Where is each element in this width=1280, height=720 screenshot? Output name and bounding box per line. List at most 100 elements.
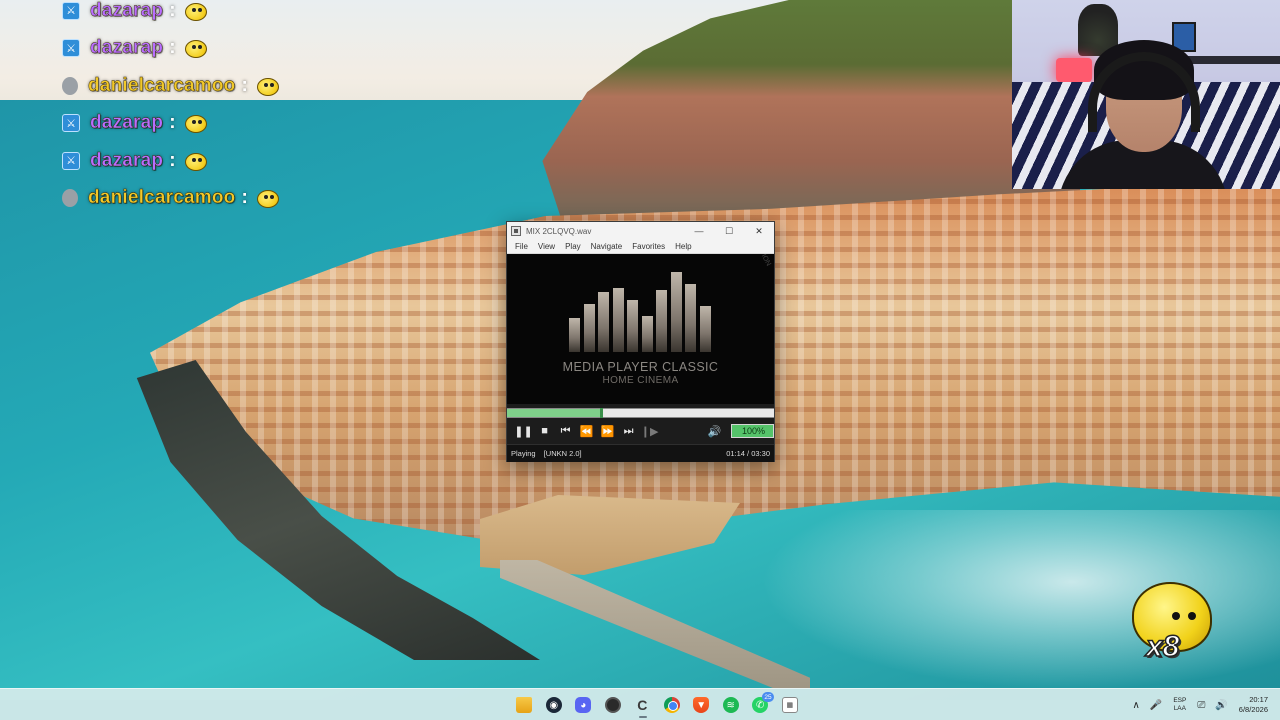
- playback-controls: ❚❚ ■ ⏮ ⏪ ⏩ ⏭ ❙▶ 🔊 100%: [507, 418, 775, 444]
- logo-bar: [627, 300, 638, 352]
- stop-button[interactable]: ■: [534, 421, 555, 441]
- moderator-badge-icon: ⚔: [62, 114, 80, 133]
- obs-icon: [604, 697, 621, 713]
- chat-username: dazarap: [90, 149, 164, 171]
- video-area[interactable]: MEDIA PLAYER CLASSIC HOME CINEMA X64 EDI…: [507, 254, 774, 404]
- window-titlebar[interactable]: MIX 2CLQVQ.wav — ☐ ✕: [507, 222, 774, 240]
- logo-bar: [641, 316, 653, 352]
- codec-info: [UNKN 2.0]: [543, 449, 582, 458]
- chat-separator: :: [169, 37, 176, 59]
- chat-message: danielcarcamoo:: [62, 67, 282, 105]
- menu-favorites[interactable]: Favorites: [627, 242, 670, 251]
- steam-button[interactable]: ◉: [539, 692, 569, 718]
- chat-separator: :: [241, 74, 248, 96]
- chat-overlay: ⚔ dazarap: ⚔ dazarap: danielcarcamoo: ⚔ dazara…: [62, 0, 282, 217]
- logo-bar: [699, 306, 711, 352]
- input-language-line1: ESP: [1173, 697, 1187, 704]
- app-icon[interactable]: [511, 226, 521, 236]
- spotify-icon: ≋: [722, 697, 739, 713]
- emote-icon: [182, 37, 210, 59]
- network-icon[interactable]: ⎚: [1192, 700, 1210, 711]
- logo-bar: [612, 288, 624, 352]
- window-title: MIX 2CLQVQ.wav: [526, 226, 592, 236]
- mpc-taskbar-button[interactable]: C: [628, 692, 658, 718]
- logo-bar: [656, 290, 667, 352]
- logo-bar: [583, 304, 595, 352]
- start-button[interactable]: [480, 692, 510, 718]
- chat-message: danielcarcamoo:: [62, 180, 282, 218]
- menu-help[interactable]: Help: [670, 242, 696, 251]
- active-app-indicator: [638, 716, 647, 718]
- microphone-icon[interactable]: 🎤: [1145, 700, 1167, 711]
- chrome-icon: [663, 697, 680, 713]
- calendar-button[interactable]: ▦: [775, 692, 805, 718]
- file-explorer-icon: [516, 697, 533, 713]
- logo-bar: [685, 284, 696, 352]
- chat-separator: :: [169, 112, 176, 134]
- chat-username: dazarap: [90, 112, 164, 134]
- fast-forward-button[interactable]: ⏩: [597, 421, 618, 441]
- discord-button[interactable]: ◕: [569, 692, 599, 718]
- volume-slider[interactable]: 100%: [731, 424, 775, 438]
- close-button[interactable]: ✕: [744, 222, 774, 240]
- moderator-badge-icon: ⚔: [62, 1, 80, 20]
- menu-bar: File View Play Navigate Favorites Help: [507, 240, 774, 254]
- seek-bar[interactable]: [507, 408, 774, 418]
- previous-button[interactable]: ⏮: [555, 421, 576, 441]
- chat-username: dazarap: [90, 0, 164, 21]
- webcam-overlay: [1012, 0, 1280, 189]
- mute-toggle-icon[interactable]: 🔊: [704, 421, 725, 441]
- chat-username: dazarap: [90, 37, 164, 59]
- chat-message: ⚔ dazarap:: [62, 142, 282, 180]
- seek-thumb[interactable]: [599, 408, 603, 418]
- emote-combo-alert: x8: [1128, 570, 1218, 670]
- menu-play[interactable]: Play: [560, 242, 586, 251]
- frame-step-button[interactable]: ❙▶: [639, 421, 660, 441]
- spotify-button[interactable]: ≋: [716, 692, 746, 718]
- chat-separator: :: [169, 0, 176, 21]
- emote-icon: [182, 0, 210, 22]
- status-bar: Playing [UNKN 2.0] 01:14 / 03:30: [507, 444, 774, 462]
- mpc-taskbar-icon: C: [637, 697, 648, 713]
- brave-button[interactable]: ▼: [687, 692, 717, 718]
- pause-button[interactable]: ❚❚: [513, 421, 534, 441]
- obs-button[interactable]: [598, 692, 628, 718]
- emote-icon: [254, 75, 282, 97]
- logo-bar: [670, 272, 682, 352]
- input-language[interactable]: ESP LAA: [1167, 697, 1192, 713]
- time-display: 01:14 / 03:30: [726, 449, 770, 458]
- emote-icon: [254, 187, 282, 209]
- menu-view[interactable]: View: [533, 242, 560, 251]
- media-player-window[interactable]: MIX 2CLQVQ.wav — ☐ ✕ File View Play Navigat…: [506, 221, 775, 462]
- chat-username: danielcarcamoo: [88, 74, 236, 96]
- chat-message: ⚔ dazarap:: [62, 30, 282, 68]
- webcam-streamer: [1058, 40, 1228, 189]
- chat-message: ⚔ dazarap:: [62, 0, 282, 30]
- chrome-button[interactable]: [657, 692, 687, 718]
- taskbar-apps: ◉ ◕ C ▼ ≋ ✆ 25 ▦: [480, 692, 805, 718]
- brave-icon: ▼: [693, 697, 710, 713]
- maximize-button[interactable]: ☐: [714, 222, 744, 240]
- subscriber-badge-icon: [62, 189, 78, 208]
- menu-file[interactable]: File: [510, 242, 533, 251]
- chat-separator: :: [169, 149, 176, 171]
- tray-overflow-chevron-icon[interactable]: ∧: [1128, 700, 1145, 711]
- seek-progress: [507, 409, 601, 417]
- clock-time: 20:17: [1249, 695, 1268, 704]
- whatsapp-button[interactable]: ✆ 25: [746, 692, 776, 718]
- file-explorer-button[interactable]: [510, 692, 540, 718]
- rewind-button[interactable]: ⏪: [576, 421, 597, 441]
- chat-username: danielcarcamoo: [88, 187, 236, 209]
- clock-date: 6/8/2026: [1238, 705, 1268, 714]
- discord-icon: ◕: [575, 697, 592, 713]
- volume-icon[interactable]: 🔊: [1210, 700, 1232, 711]
- calendar-icon: ▦: [781, 697, 798, 713]
- chat-separator: :: [241, 187, 248, 209]
- playback-status: Playing: [511, 449, 536, 458]
- next-button[interactable]: ⏭: [618, 421, 639, 441]
- logo-title: MEDIA PLAYER CLASSIC: [562, 360, 719, 374]
- menu-navigate[interactable]: Navigate: [586, 242, 628, 251]
- emote-icon: [182, 112, 210, 134]
- minimize-button[interactable]: —: [684, 222, 714, 240]
- clock[interactable]: 20:17 6/8/2026: [1233, 695, 1280, 715]
